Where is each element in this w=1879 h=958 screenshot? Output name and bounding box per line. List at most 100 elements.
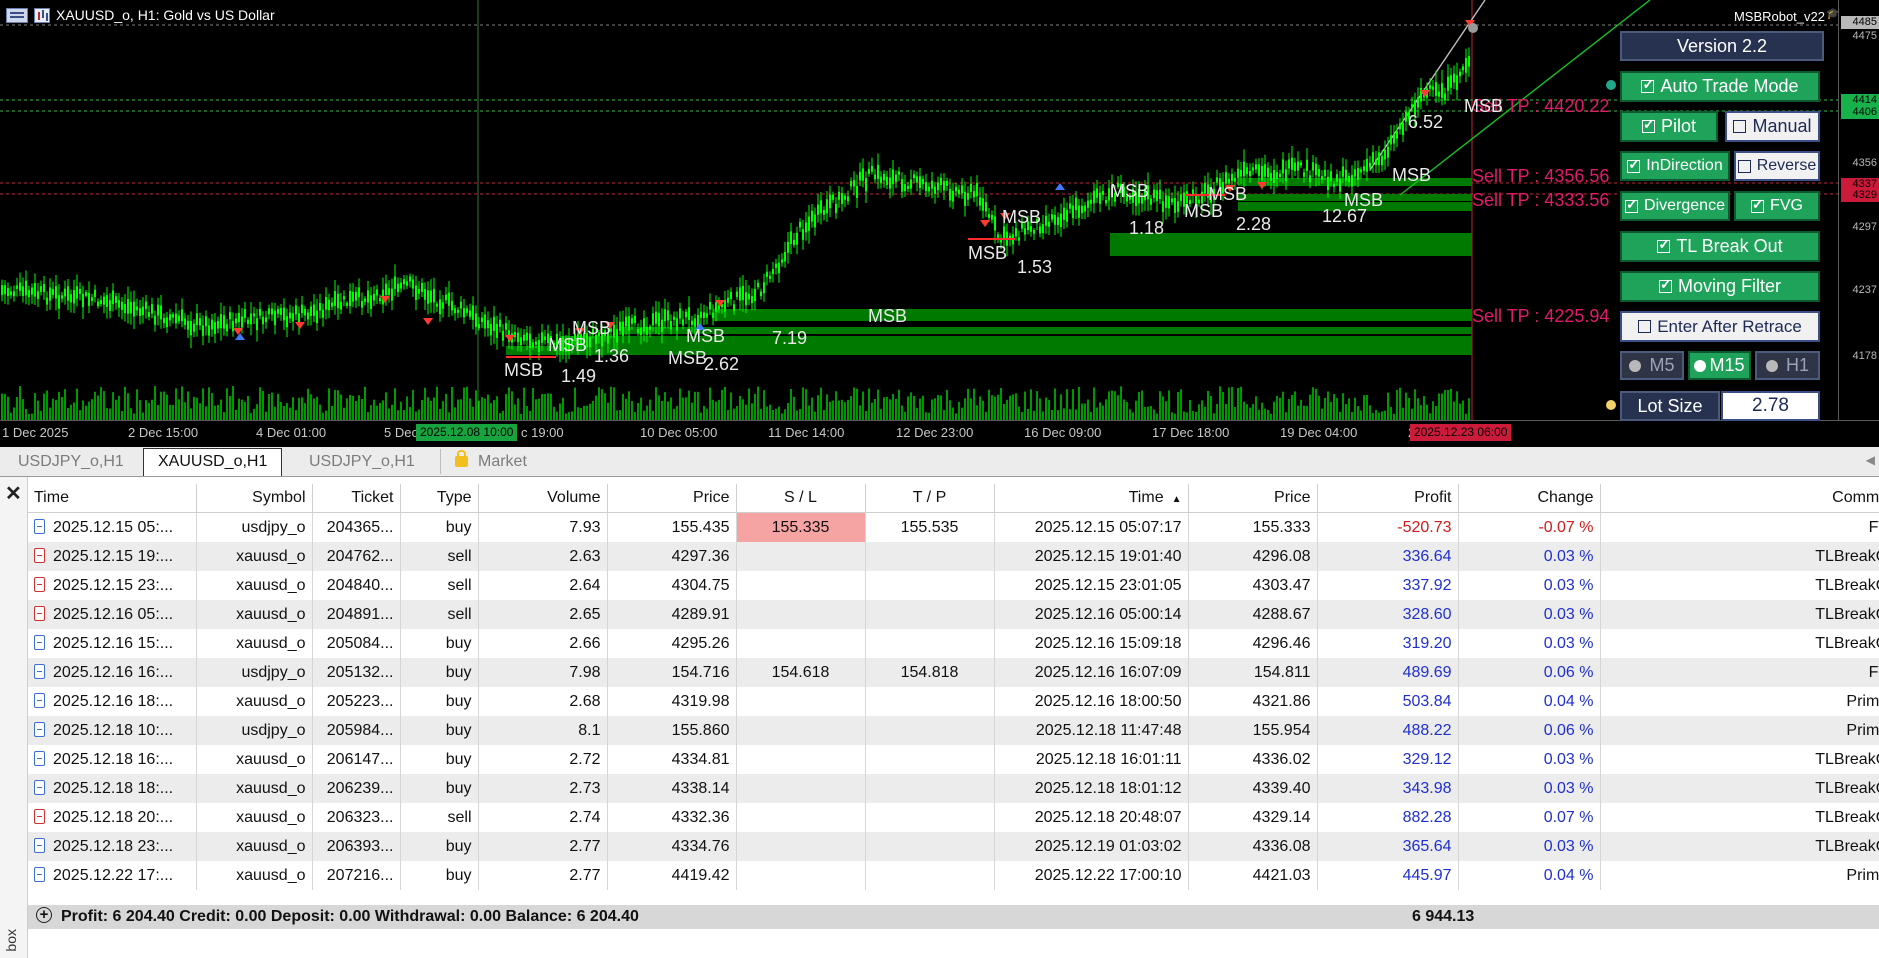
column-header[interactable]: Type (400, 484, 479, 513)
candle-body (1387, 146, 1389, 158)
tab-usdjpy-1[interactable]: USDJPY_o,H1 (4, 449, 138, 474)
candle-body (1255, 164, 1257, 170)
column-header-sorted[interactable]: Time ▲ (994, 484, 1189, 513)
candle-body (340, 301, 342, 310)
table-row[interactable]: 2025.12.18 10:... usdjpy_o 205984... buy 8.1… (28, 716, 1879, 745)
column-header[interactable]: Profit (1317, 484, 1459, 513)
cell-comment: Primary (1600, 716, 1879, 745)
table-row[interactable]: 2025.12.18 16:... xauusd_o 206147... buy 2.7… (28, 745, 1879, 774)
candle-body (454, 308, 456, 314)
table-row[interactable]: 2025.12.16 05:... xauusd_o 204891... sell 2.… (28, 600, 1879, 629)
column-header[interactable]: S / L (736, 484, 866, 513)
sell-tp-label: Sell TP : 4333.56 (1472, 190, 1610, 210)
candle-body (400, 282, 402, 289)
table-row[interactable]: 2025.12.16 18:... xauusd_o 205223... buy 2.6… (28, 687, 1879, 716)
table-row[interactable]: 2025.12.16 15:... xauusd_o 205084... buy 2.6… (28, 629, 1879, 658)
column-header[interactable]: Price (1188, 484, 1318, 513)
cell-time: 2025.12.16 15:... (28, 629, 197, 658)
timeframe-h1-radio[interactable]: H1 (1755, 351, 1820, 380)
time-scale[interactable]: 1 Dec 2025 2 Dec 15:00 4 Dec 01:00 5 Dec… (0, 420, 1879, 447)
candle-body (1063, 207, 1065, 220)
candle-body (763, 282, 765, 294)
timeframe-m15-radio[interactable]: M15 (1688, 351, 1751, 380)
pilot-toggle[interactable]: Pilot (1620, 111, 1718, 142)
crosshair-time-tag: 2025.12.23 06:00 (1410, 424, 1512, 441)
table-row[interactable]: 2025.12.15 19:... xauusd_o 204762... sell 2.… (28, 542, 1879, 571)
candle-body (7, 288, 9, 297)
tab-market[interactable]: Market (440, 449, 541, 474)
scroll-left-icon[interactable]: ◀ (1866, 453, 1875, 467)
cell-close-price: 4288.67 (1188, 600, 1318, 629)
candle-body (1411, 104, 1413, 108)
column-header[interactable]: Price (607, 484, 737, 513)
cell-symbol: xauusd_o (196, 542, 313, 571)
tl-break-out-toggle[interactable]: TL Break Out (1620, 231, 1820, 262)
table-row[interactable]: 2025.12.22 17:... xauusd_o 207216... buy 2.7… (28, 861, 1879, 890)
candle-body (406, 281, 408, 286)
lot-size-input[interactable]: 2.78 (1721, 391, 1820, 421)
manual-toggle[interactable]: Manual (1725, 111, 1820, 142)
candle-body (976, 182, 978, 197)
candle-body (301, 304, 303, 314)
table-row[interactable]: 2025.12.15 05:... usdjpy_o 204365... buy 7.9… (28, 512, 1879, 542)
cell-volume: 2.65 (478, 600, 608, 629)
column-header[interactable]: Symbol (196, 484, 313, 513)
tab-xauusd[interactable]: XAUUSD_o,H1 (143, 448, 283, 476)
candle-body (931, 180, 933, 189)
auto-trade-mode-toggle[interactable]: Auto Trade Mode (1620, 71, 1820, 102)
moving-filter-toggle[interactable]: Moving Filter (1620, 271, 1820, 302)
column-header[interactable]: Change (1458, 484, 1601, 513)
candle-body (70, 294, 72, 303)
cell-time: 2025.12.22 17:... (28, 861, 197, 890)
cell-close-time: 2025.12.18 16:01:11 (994, 745, 1189, 774)
candle-body (496, 323, 498, 339)
candle-body (76, 286, 78, 299)
candle-body (850, 181, 852, 187)
fvg-toggle[interactable]: FVG (1734, 191, 1820, 221)
column-header[interactable]: Volume (478, 484, 608, 513)
chart-menu-icon[interactable] (6, 7, 28, 23)
table-row[interactable]: 2025.12.15 23:... xauusd_o 204840... sell 2.… (28, 571, 1879, 600)
candle-body (1384, 149, 1386, 160)
divergence-toggle[interactable]: Divergence (1620, 191, 1730, 221)
column-header[interactable]: Ticket (312, 484, 401, 513)
cell-profit: 489.69 (1317, 658, 1459, 687)
price-scale[interactable]: 4485 4475 4414 4406 4356 4337 4329 4297 … (1838, 0, 1879, 420)
in-direction-toggle[interactable]: InDirection (1620, 151, 1730, 181)
candle-body (46, 297, 48, 305)
candle-body (1366, 158, 1368, 172)
candle-body (910, 179, 912, 189)
expand-icon[interactable]: + (36, 907, 52, 923)
candle-body (73, 290, 75, 304)
candle-body (844, 195, 846, 200)
column-header[interactable]: Comment (1600, 484, 1879, 513)
candle-body (1024, 228, 1026, 235)
candle-body (991, 214, 993, 220)
table-row[interactable]: 2025.12.16 16:... usdjpy_o 205132... buy 7.9… (28, 658, 1879, 687)
summary-text: Profit: 6 204.40 Credit: 0.00 Deposit: 0… (61, 908, 639, 925)
cell-ticket: 205223... (312, 687, 401, 716)
candle-body (430, 290, 432, 303)
chart-canvas[interactable] (0, 0, 1879, 447)
candle-body (1246, 167, 1248, 175)
candle-body (1378, 152, 1380, 166)
symbol-chart-icon[interactable] (34, 7, 50, 23)
enter-after-retrace-toggle[interactable]: Enter After Retrace (1620, 311, 1820, 342)
price-label: 4356 (1852, 157, 1877, 169)
candle-body (1165, 195, 1167, 208)
column-header[interactable]: Time (28, 484, 197, 513)
tab-usdjpy-2[interactable]: USDJPY_o,H1 (295, 449, 429, 474)
candle-body (1432, 86, 1434, 90)
candle-body (253, 313, 255, 317)
price-label: 4485 (1841, 16, 1879, 29)
table-row[interactable]: 2025.12.18 23:... xauusd_o 206393... buy 2.7… (28, 832, 1879, 861)
reverse-toggle[interactable]: Reverse (1734, 151, 1820, 181)
candle-body (1087, 200, 1089, 208)
timeframe-m5-radio[interactable]: M5 (1620, 351, 1684, 380)
table-row[interactable]: 2025.12.18 20:... xauusd_o 206323... sell 2.… (28, 803, 1879, 832)
candle-body (82, 293, 84, 308)
close-icon[interactable]: ✕ (5, 481, 22, 506)
table-row[interactable]: 2025.12.18 18:... xauusd_o 206239... buy 2.7… (28, 774, 1879, 803)
column-header[interactable]: T / P (865, 484, 995, 513)
price-chart[interactable]: XAUUSD_o, H1: Gold vs US Dollar MSBRobot… (0, 0, 1879, 447)
